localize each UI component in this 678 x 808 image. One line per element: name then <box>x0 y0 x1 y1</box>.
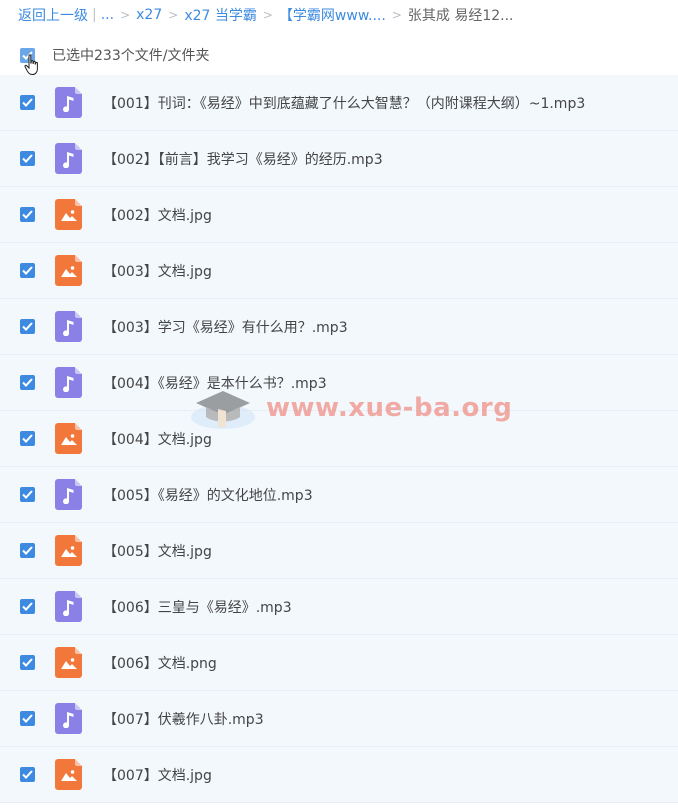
file-row[interactable]: 【006】文档.png <box>0 635 678 691</box>
music-file-icon <box>55 87 82 118</box>
file-row[interactable]: 【001】刊词：《易经》中到底蕴藏了什么大智慧？（内附课程大纲）~1.mp3 <box>0 75 678 131</box>
image-file-icon <box>55 199 82 230</box>
hand-cursor-icon <box>24 54 38 76</box>
check-icon <box>22 434 33 443</box>
file-row[interactable]: 【005】文档.jpg <box>0 523 678 579</box>
check-icon <box>22 98 33 107</box>
breadcrumb-item[interactable]: 【学霸网www.... <box>279 5 386 25</box>
image-file-icon <box>55 647 82 678</box>
breadcrumb-current: 张其成 易经12... <box>407 8 514 24</box>
file-checkbox[interactable] <box>20 375 35 390</box>
file-row[interactable]: 【002】文档.jpg <box>0 187 678 243</box>
file-checkbox[interactable] <box>20 431 35 446</box>
file-name[interactable]: 【006】文档.png <box>103 653 217 673</box>
file-checkbox[interactable] <box>20 263 35 278</box>
breadcrumb: 返回上一级 | ... > x27 > x27 当学霸 > 【学霸网www...… <box>0 0 678 30</box>
file-checkbox[interactable] <box>20 151 35 166</box>
selection-count-text: 已选中233个文件/文件夹 <box>52 48 210 64</box>
breadcrumb-item[interactable]: x27 <box>136 7 162 23</box>
chevron-right-icon: > <box>391 8 402 22</box>
file-name[interactable]: 【002】【前言】我学习《易经》的经历.mp3 <box>103 149 383 169</box>
check-icon <box>22 266 33 275</box>
file-row[interactable]: 【003】学习《易经》有什么用？.mp3 <box>0 299 678 355</box>
music-file-icon <box>55 311 82 342</box>
music-file-icon <box>55 591 82 622</box>
file-row[interactable]: 【007】文档.jpg <box>0 747 678 803</box>
file-row[interactable]: 【006】三皇与《易经》.mp3 <box>0 579 678 635</box>
file-name[interactable]: 【007】文档.jpg <box>103 765 212 785</box>
file-name[interactable]: 【003】学习《易经》有什么用？.mp3 <box>103 317 348 337</box>
file-name[interactable]: 【004】《易经》是本什么书？.mp3 <box>103 373 327 393</box>
file-checkbox[interactable] <box>20 487 35 502</box>
file-row[interactable]: 【004】文档.jpg <box>0 411 678 467</box>
check-icon <box>22 378 33 387</box>
file-checkbox[interactable] <box>20 655 35 670</box>
file-row[interactable]: 【002】【前言】我学习《易经》的经历.mp3 <box>0 131 678 187</box>
breadcrumb-divider: | <box>92 7 97 23</box>
file-name[interactable]: 【001】刊词：《易经》中到底蕴藏了什么大智慧？（内附课程大纲）~1.mp3 <box>103 93 585 113</box>
check-icon <box>22 602 33 611</box>
file-checkbox[interactable] <box>20 319 35 334</box>
breadcrumb-item[interactable]: x27 当学霸 <box>184 5 257 25</box>
file-checkbox[interactable] <box>20 95 35 110</box>
music-file-icon <box>55 143 82 174</box>
music-file-icon <box>55 703 82 734</box>
file-checkbox[interactable] <box>20 767 35 782</box>
check-icon <box>22 658 33 667</box>
file-row[interactable]: 【004】《易经》是本什么书？.mp3 <box>0 355 678 411</box>
file-checkbox[interactable] <box>20 207 35 222</box>
chevron-right-icon: > <box>168 8 179 22</box>
file-checkbox[interactable] <box>20 543 35 558</box>
file-name[interactable]: 【006】三皇与《易经》.mp3 <box>103 597 292 617</box>
image-file-icon <box>55 255 82 286</box>
image-file-icon <box>55 423 82 454</box>
file-name[interactable]: 【005】《易经》的文化地位.mp3 <box>103 485 313 505</box>
file-row[interactable]: 【003】文档.jpg <box>0 243 678 299</box>
check-icon <box>22 714 33 723</box>
file-checkbox[interactable] <box>20 711 35 726</box>
file-name[interactable]: 【003】文档.jpg <box>103 261 212 281</box>
chevron-right-icon: > <box>262 8 273 22</box>
check-icon <box>22 322 33 331</box>
chevron-right-icon: > <box>120 8 131 22</box>
check-icon <box>22 546 33 555</box>
music-file-icon <box>55 479 82 510</box>
file-name[interactable]: 【007】伏羲作八卦.mp3 <box>103 709 264 729</box>
image-file-icon <box>55 759 82 790</box>
file-name[interactable]: 【005】文档.jpg <box>103 541 212 561</box>
file-row[interactable]: 【005】《易经》的文化地位.mp3 <box>0 467 678 523</box>
file-name[interactable]: 【002】文档.jpg <box>103 205 212 225</box>
file-name[interactable]: 【004】文档.jpg <box>103 429 212 449</box>
music-file-icon <box>55 367 82 398</box>
file-row[interactable]: 【007】伏羲作八卦.mp3 <box>0 691 678 747</box>
breadcrumb-ellipsis[interactable]: ... <box>101 7 114 23</box>
selection-bar: 已选中233个文件/文件夹 <box>0 38 678 72</box>
image-file-icon <box>55 535 82 566</box>
file-checkbox[interactable] <box>20 599 35 614</box>
file-list: 【001】刊词：《易经》中到底蕴藏了什么大智慧？（内附课程大纲）~1.mp3 【0… <box>0 75 678 803</box>
check-icon <box>22 770 33 779</box>
breadcrumb-back-link[interactable]: 返回上一级 <box>18 5 88 25</box>
check-icon <box>22 154 33 163</box>
check-icon <box>22 490 33 499</box>
check-icon <box>22 210 33 219</box>
